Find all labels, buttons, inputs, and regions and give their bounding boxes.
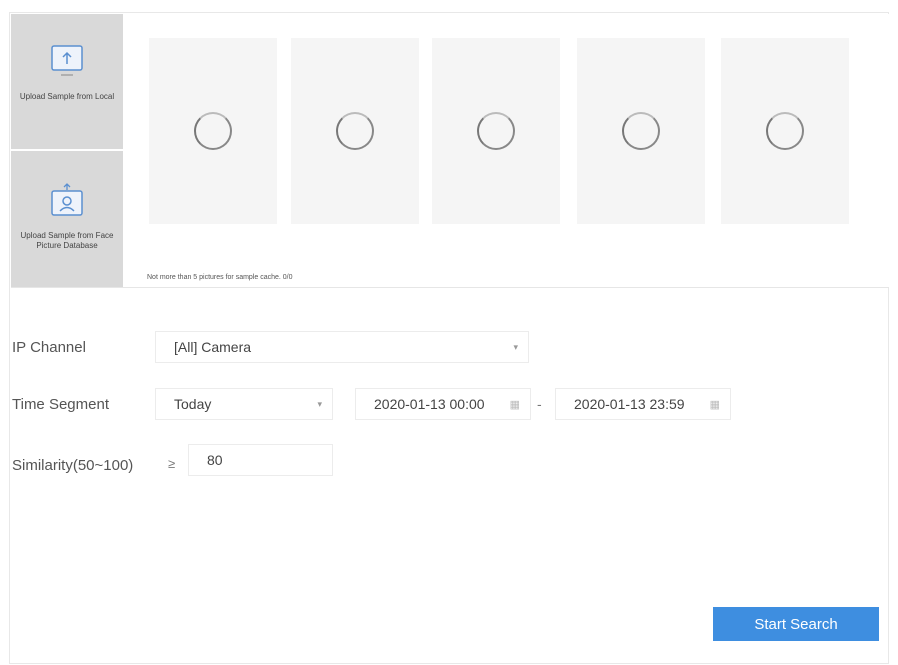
upload-sample-local-label: Upload Sample from Local (19, 92, 115, 101)
similarity-operator: ≥ (168, 456, 176, 471)
time-segment-value: Today (174, 396, 212, 412)
end-time-input[interactable]: 2020-01-13 23:59 ▦ (555, 388, 731, 420)
similarity-input[interactable]: 80 (188, 444, 333, 476)
calendar-icon[interactable]: ▦ (710, 398, 720, 411)
ip-channel-label: IP Channel (12, 339, 86, 356)
loading-spinner-icon (336, 112, 374, 150)
chevron-down-icon: ▾ (513, 341, 518, 352)
start-time-input[interactable]: 2020-01-13 00:00 ▦ (355, 388, 531, 420)
upload-monitor-icon (51, 45, 83, 76)
end-time-value: 2020-01-13 23:59 (574, 396, 685, 412)
sample-slot[interactable] (291, 38, 419, 224)
face-database-icon (51, 183, 83, 216)
time-segment-label: Time Segment (12, 396, 109, 413)
sample-slot[interactable] (577, 38, 705, 224)
similarity-value: 80 (207, 452, 223, 468)
time-segment-select[interactable]: Today ▾ (155, 388, 333, 420)
loading-spinner-icon (194, 112, 232, 150)
start-search-button[interactable]: Start Search (713, 607, 879, 641)
upload-sample-database-button[interactable]: Upload Sample from Face Picture Database (11, 151, 123, 287)
sample-panel: Upload Sample from Local Upload Sample f… (11, 14, 889, 288)
start-time-value: 2020-01-13 00:00 (374, 396, 485, 412)
upload-sample-local-button[interactable]: Upload Sample from Local (11, 14, 123, 149)
loading-spinner-icon (477, 112, 515, 150)
calendar-icon[interactable]: ▦ (510, 398, 520, 411)
ip-channel-value: [All] Camera (174, 339, 252, 355)
chevron-down-icon: ▾ (317, 398, 322, 409)
loading-spinner-icon (766, 112, 804, 150)
sample-slot[interactable] (721, 38, 849, 224)
sample-slot[interactable] (432, 38, 560, 224)
sample-cache-note: Not more than 5 pictures for sample cach… (147, 274, 293, 281)
ip-channel-select[interactable]: [All] Camera ▾ (155, 331, 529, 363)
similarity-label: Similarity(50~100) (12, 457, 134, 474)
upload-sample-database-label: Upload Sample from Face Picture Database (20, 231, 114, 250)
loading-spinner-icon (622, 112, 660, 150)
sample-slot[interactable] (149, 38, 277, 224)
range-separator: - (537, 396, 542, 412)
